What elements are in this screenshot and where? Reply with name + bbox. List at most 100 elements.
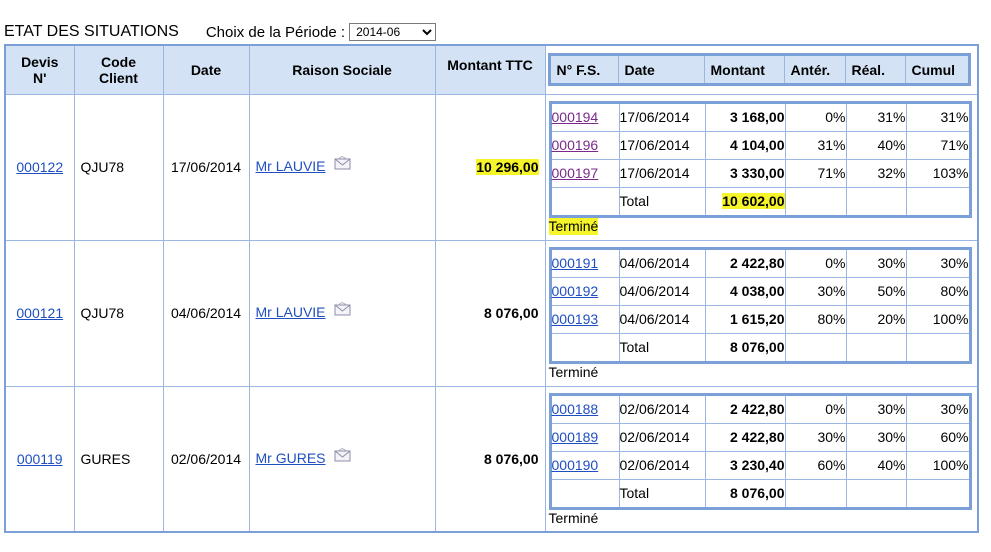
- period-select[interactable]: 2014-06: [349, 23, 437, 41]
- code-client-cell: GURES: [73, 385, 164, 533]
- situation-montant: 4 104,00: [704, 130, 786, 160]
- total-label: Total: [618, 478, 706, 509]
- situation-link[interactable]: 000189: [552, 429, 599, 445]
- situation-anter: 60%: [784, 450, 847, 480]
- total-empty-cell: [549, 332, 620, 363]
- date-cell: 02/06/2014: [162, 385, 250, 533]
- situation-cumul: 100%: [905, 450, 971, 480]
- client-link[interactable]: Mr LAUVIE: [256, 158, 326, 174]
- date-cell: 17/06/2014: [162, 93, 250, 241]
- situation-link[interactable]: 000192: [552, 283, 599, 299]
- situation-montant: 2 422,80: [704, 422, 786, 452]
- situation-cumul: 60%: [905, 422, 971, 452]
- situation-num-cell: 000194: [549, 101, 620, 132]
- date-cell: 04/06/2014: [162, 239, 250, 387]
- situation-montant: 2 422,80: [704, 393, 786, 424]
- total-row: Total 8 076,00: [549, 332, 971, 363]
- devis-row: 000122 QJU78 17/06/2014 Mr LAUVIE 10 296…: [4, 93, 979, 241]
- situation-link[interactable]: 000194: [552, 109, 599, 125]
- total-empty-cell: [905, 332, 971, 363]
- situation-montant: 3 330,00: [704, 158, 786, 188]
- total-empty-cell: [845, 332, 907, 363]
- situation-real: 20%: [845, 304, 907, 334]
- situation-date: 02/06/2014: [618, 393, 706, 424]
- devis-row: 000119 GURES 02/06/2014 Mr GURES 8 076,0…: [4, 385, 979, 533]
- envelope-icon[interactable]: [334, 301, 352, 319]
- situation-link[interactable]: 000197: [552, 165, 599, 181]
- situation-real: 30%: [845, 422, 907, 452]
- situation-date: 04/06/2014: [618, 304, 706, 334]
- subheader-num: N° F.S.: [548, 54, 619, 86]
- situation-link[interactable]: 000193: [552, 311, 599, 327]
- situation-num-cell: 000189: [549, 422, 620, 452]
- situation-row: 000188 02/06/2014 2 422,80 0% 30% 30%: [549, 393, 971, 424]
- code-client-cell: QJU78: [73, 93, 164, 241]
- situation-anter: 80%: [784, 304, 847, 334]
- devis-link[interactable]: 000119: [17, 451, 63, 467]
- subheader-anter: Antér.: [783, 54, 846, 86]
- total-cell: 10 602,00: [704, 186, 786, 217]
- devis-cell: 000121: [4, 239, 75, 387]
- montant-ttc-cell: 8 076,00: [434, 239, 546, 387]
- envelope-icon[interactable]: [334, 447, 352, 465]
- situations-cell: 000194 17/06/2014 3 168,00 0% 31% 31% 000196 17…: [544, 93, 979, 241]
- situation-date: 04/06/2014: [618, 247, 706, 278]
- situation-num-cell: 000188: [549, 393, 620, 424]
- situation-row: 000190 02/06/2014 3 230,40 60% 40% 100%: [549, 450, 971, 480]
- status-label: Terminé: [548, 217, 599, 235]
- situation-real: 40%: [845, 130, 907, 160]
- total-cell: 8 076,00: [704, 478, 786, 509]
- raison-sociale-cell: Mr LAUVIE: [248, 93, 436, 241]
- client-link[interactable]: Mr LAUVIE: [256, 304, 326, 320]
- situations-subtable: 000191 04/06/2014 2 422,80 0% 30% 30% 000192 04…: [548, 246, 972, 364]
- situation-link[interactable]: 000191: [552, 255, 599, 271]
- situation-montant: 3 168,00: [704, 101, 786, 132]
- total-label: Total: [618, 332, 706, 363]
- situations-subtable: 000188 02/06/2014 2 422,80 0% 30% 30% 000189 02…: [548, 392, 972, 510]
- situation-real: 40%: [845, 450, 907, 480]
- situation-montant: 3 230,40: [704, 450, 786, 480]
- situation-num-cell: 000193: [549, 304, 620, 334]
- devis-row: 000121 QJU78 04/06/2014 Mr LAUVIE 8 076,…: [4, 239, 979, 387]
- situation-num-cell: 000192: [549, 276, 620, 306]
- header-raison-sociale: Raison Sociale: [248, 44, 436, 95]
- total-empty-cell: [549, 186, 620, 217]
- client-link[interactable]: Mr GURES: [256, 450, 326, 466]
- total-empty-cell: [845, 186, 907, 217]
- total-empty-cell: [845, 478, 907, 509]
- situation-link[interactable]: 000196: [552, 137, 599, 153]
- situation-real: 32%: [845, 158, 907, 188]
- situation-num-cell: 000191: [549, 247, 620, 278]
- total-empty-cell: [784, 332, 847, 363]
- situation-date: 02/06/2014: [618, 422, 706, 452]
- situation-cumul: 71%: [905, 130, 971, 160]
- situation-date: 02/06/2014: [618, 450, 706, 480]
- devis-link[interactable]: 000122: [16, 159, 63, 175]
- situation-link[interactable]: 000188: [552, 401, 599, 417]
- situation-real: 31%: [845, 101, 907, 132]
- situation-montant: 1 615,20: [704, 304, 786, 334]
- situation-row: 000191 04/06/2014 2 422,80 0% 30% 30%: [549, 247, 971, 278]
- montant-ttc-value: 10 296,00: [476, 159, 539, 175]
- situation-row: 000197 17/06/2014 3 330,00 71% 32% 103%: [549, 158, 971, 188]
- subheader-montant: Montant: [703, 54, 785, 86]
- situation-anter: 0%: [784, 393, 847, 424]
- situation-montant: 2 422,80: [704, 247, 786, 278]
- situation-anter: 30%: [784, 276, 847, 306]
- devis-cell: 000122: [4, 93, 75, 241]
- devis-link[interactable]: 000121: [16, 305, 63, 321]
- situation-cumul: 30%: [905, 247, 971, 278]
- header-date: Date: [162, 44, 250, 95]
- situation-num-cell: 000190: [549, 450, 620, 480]
- total-value: 8 076,00: [730, 339, 785, 355]
- envelope-icon[interactable]: [334, 155, 352, 173]
- situation-link[interactable]: 000190: [552, 457, 599, 473]
- top-bar: ETAT DES SITUATIONS Choix de la Période …: [4, 22, 437, 42]
- situation-row: 000192 04/06/2014 4 038,00 30% 50% 80%: [549, 276, 971, 306]
- total-empty-cell: [905, 186, 971, 217]
- situations-cell: 000191 04/06/2014 2 422,80 0% 30% 30% 000192 04…: [544, 239, 979, 387]
- situations-table: Devis N' Code Client Date Raison Sociale…: [4, 44, 979, 533]
- total-empty-cell: [784, 478, 847, 509]
- situation-anter: 31%: [784, 130, 847, 160]
- total-value: 10 602,00: [722, 193, 785, 209]
